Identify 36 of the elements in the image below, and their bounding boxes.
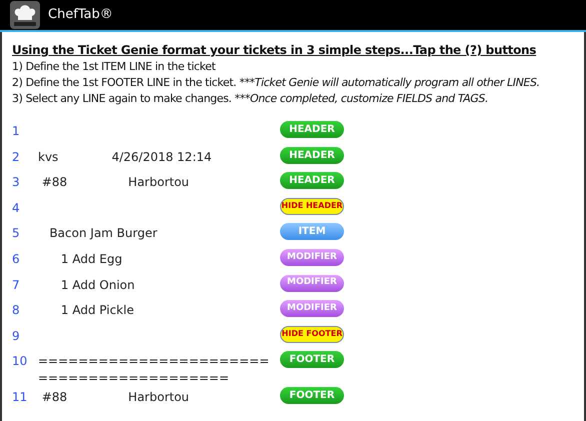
line-text: kvs 4/26/2018 12:14 [38,148,213,166]
line-type-button[interactable]: MODIFIER [280,248,344,266]
line-number: 10 [12,353,28,370]
instruction-step: 3) Select any LINE again to make changes. ***Once completed, customize FIELDS and TAGS. [12,91,488,107]
line-number: 8 [12,302,21,320]
line-number: 3 [12,174,21,192]
line-number: 7 [12,276,21,294]
line-number: 9 [12,328,21,345]
instruction-step: 2) Define the 1st FOOTER LINE in the ticket. ***Ticket Genie will automatically program all other LINES. [12,75,540,91]
line-text: #88 Harbortou [40,174,190,192]
line-type-button[interactable]: HEADER [280,146,344,164]
line-type-button[interactable]: HIDE FOOTER [280,326,344,343]
line-number: 2 [12,148,21,166]
line-number: 1 [12,123,21,140]
line-type-button[interactable]: HIDE HEADER [280,198,344,215]
instructions-heading: Using the Ticket Genie format your tickets in 3 simple steps...Tap the (?) buttons [12,42,538,59]
instruction-step: 1) Define the 1st ITEM LINE in the ticket [12,59,216,75]
line-type-button[interactable]: HEADER [280,121,344,138]
chef-hat-logo-icon [10,1,40,29]
line-number: 4 [12,200,21,217]
line-type-button[interactable]: FOOTER [280,351,344,368]
line-type-button[interactable]: MODIFIER [280,274,344,292]
line-type-button[interactable]: MODIFIER [280,300,344,318]
line-number: 6 [12,250,21,268]
line-number: 11 [12,389,28,406]
line-text: 1 Add Onion [60,276,136,294]
line-type-button[interactable]: FOOTER [280,387,344,404]
line-text: 1 Add Egg [60,250,124,268]
line-type-button[interactable]: ITEM [280,223,344,240]
app-title: ChefTab® [48,6,113,24]
line-text: #88 Harbortou [40,389,190,406]
line-text: Bacon Jam Burger [48,225,158,242]
line-number: 5 [12,225,21,242]
line-text: 1 Add Pickle [60,302,135,320]
line-text: ========================================== [38,353,270,388]
line-type-button[interactable]: HEADER [280,172,344,190]
